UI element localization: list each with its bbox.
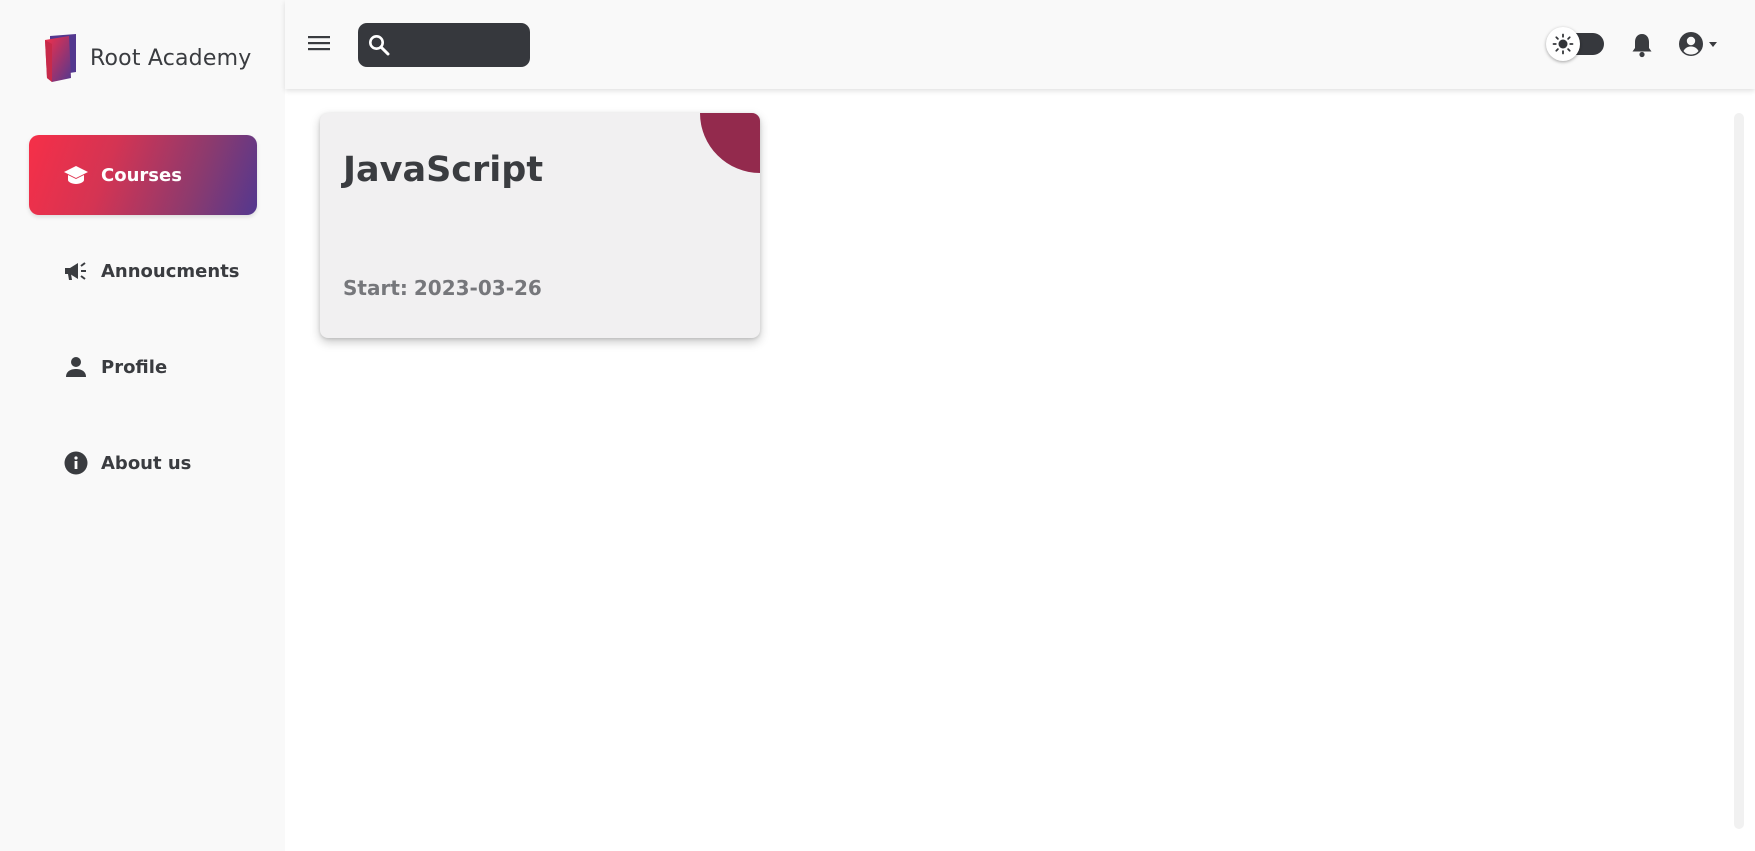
graduation-cap-icon	[63, 162, 89, 188]
sidebar-item-about-us[interactable]: About us	[29, 423, 257, 503]
app-title: Root Academy	[90, 45, 252, 71]
sidebar-item-label: About us	[101, 452, 192, 474]
brand[interactable]: Root Academy	[42, 32, 251, 84]
person-icon	[63, 354, 89, 380]
sidebar-item-annoucments[interactable]: Annoucments	[29, 231, 257, 311]
start-date-value: 2023-03-26	[413, 276, 542, 300]
sun-icon	[1546, 27, 1580, 61]
sidebar: Root Academy Courses Annoucments Profile…	[0, 0, 285, 851]
account-circle-icon	[1679, 32, 1703, 56]
hamburger-menu-icon[interactable]	[307, 31, 331, 55]
sidebar-item-label: Profile	[101, 356, 168, 378]
info-icon	[63, 450, 89, 476]
card-accent-shape	[700, 113, 760, 173]
scrollbar[interactable]	[1734, 113, 1744, 829]
sidebar-item-label: Courses	[101, 164, 182, 186]
theme-toggle[interactable]	[1546, 27, 1606, 61]
sidebar-item-label: Annoucments	[101, 260, 240, 282]
course-card[interactable]: JavaScript Start: 2023-03-26	[320, 113, 760, 338]
app: Root Academy Courses Annoucments Profile…	[0, 0, 1755, 851]
sidebar-item-courses[interactable]: Courses	[29, 135, 257, 215]
search-bar	[358, 23, 530, 67]
course-title: JavaScript	[343, 150, 544, 190]
search-icon	[369, 35, 390, 56]
topbar	[285, 0, 1755, 89]
caret-down-icon	[1709, 42, 1717, 47]
sidebar-item-profile[interactable]: Profile	[29, 327, 257, 407]
start-label: Start:	[343, 276, 408, 300]
account-menu[interactable]	[1678, 29, 1728, 59]
search-input[interactable]	[396, 30, 516, 60]
course-start-date: Start: 2023-03-26	[343, 276, 542, 300]
megaphone-icon	[63, 258, 89, 284]
book-logo-icon	[45, 34, 76, 82]
bell-icon[interactable]	[1629, 31, 1655, 59]
